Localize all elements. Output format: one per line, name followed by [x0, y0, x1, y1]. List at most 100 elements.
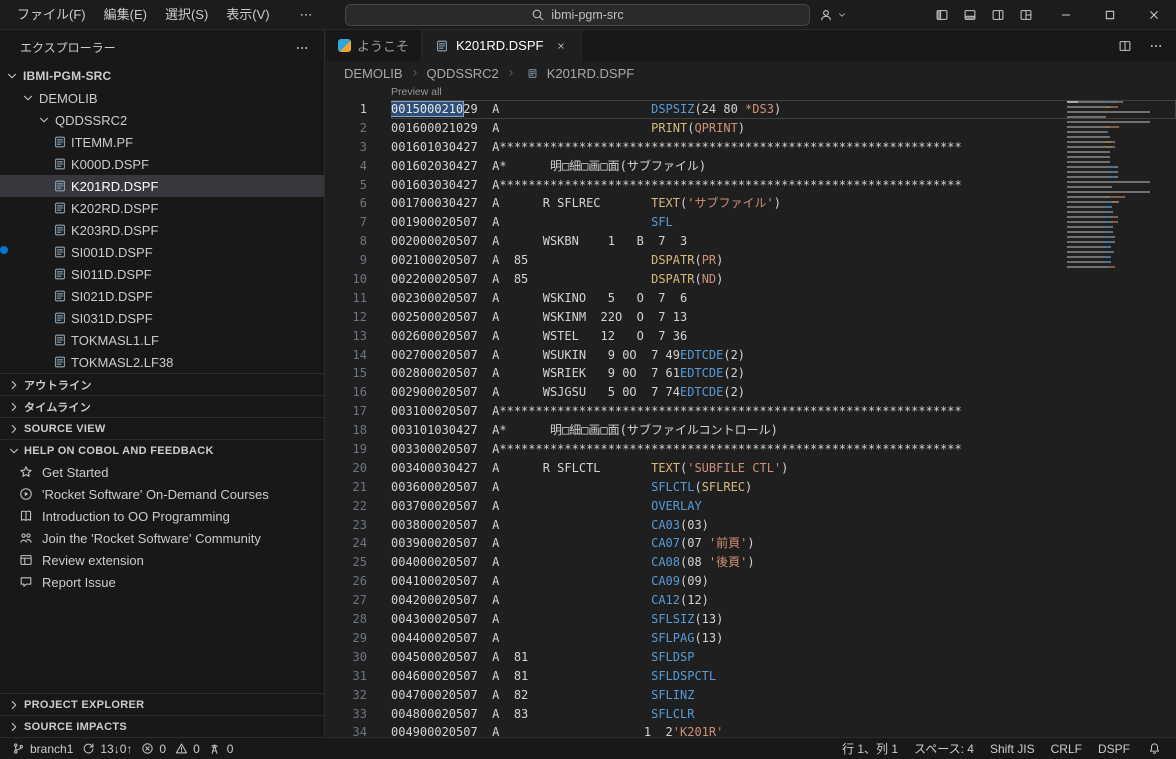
- section-source-impacts[interactable]: SOURCE IMPACTS: [0, 715, 324, 737]
- breadcrumb-item-1[interactable]: QDDSSRC2: [425, 66, 501, 81]
- tab-ようこそ[interactable]: ようこそ: [326, 30, 423, 61]
- code-line-8[interactable]: 002000020507 A WSKBN 1 B 7 3: [391, 232, 1176, 251]
- menu-item-1[interactable]: 編集(E): [95, 4, 156, 26]
- tree-item-itemm-pf[interactable]: ITEMM.PF: [0, 131, 324, 153]
- status-language-mode[interactable]: DSPF: [1098, 742, 1130, 756]
- code-line-30[interactable]: 004500020507 A 81 SFLDSP: [391, 648, 1176, 667]
- code-line-7[interactable]: 001900020507 A SFL: [391, 213, 1176, 232]
- code-token: (12): [680, 593, 709, 608]
- account-button[interactable]: [818, 3, 850, 27]
- code-line-19[interactable]: 003300020507 A**************************…: [391, 440, 1176, 459]
- explorer-more-actions-button[interactable]: [289, 36, 314, 60]
- code-line-22[interactable]: 003700020507 A OVERLAY: [391, 497, 1176, 516]
- help-item-report-issue[interactable]: Report Issue: [0, 571, 324, 593]
- breadcrumb-item-0[interactable]: DEMOLIB: [342, 66, 405, 81]
- window-minimize-button[interactable]: [1044, 0, 1088, 30]
- minimap[interactable]: [1067, 101, 1162, 271]
- tree-item-si001d-dspf[interactable]: SI001D.DSPF: [0, 241, 324, 263]
- code-line-24[interactable]: 003900020507 A CA07(07 '前頁'): [391, 534, 1176, 553]
- layout-sidebar-right-button[interactable]: [985, 3, 1010, 27]
- code-line-27[interactable]: 004200020507 A CA12(12): [391, 591, 1176, 610]
- status-eol[interactable]: CRLF: [1051, 742, 1082, 756]
- tab-close-button[interactable]: [553, 38, 569, 54]
- menu-item-2[interactable]: 選択(S): [156, 4, 217, 26]
- code-line-34[interactable]: 004900020507 A 1 2'K201R': [391, 723, 1176, 737]
- tree-item-demolib[interactable]: DEMOLIB: [0, 87, 324, 109]
- section-source-view[interactable]: SOURCE VIEW: [0, 417, 324, 439]
- window-maximize-button[interactable]: [1088, 0, 1132, 30]
- tree-item-tokmasl2-lf38[interactable]: TOKMASL2.LF38: [0, 351, 324, 373]
- section-project-explorer[interactable]: PROJECT EXPLORER: [0, 693, 324, 715]
- layout-panel-button[interactable]: [957, 3, 982, 27]
- codelens-preview-all[interactable]: Preview all: [391, 85, 1176, 100]
- code-line-31[interactable]: 004600020507 A 81 SFLDSPCTL: [391, 667, 1176, 686]
- status-branch[interactable]: branch1: [10, 741, 73, 757]
- status-broadcast[interactable]: 0: [207, 741, 233, 757]
- code-line-29[interactable]: 004400020507 A SFLPAG(13): [391, 629, 1176, 648]
- code-token: EDTCDE: [679, 366, 724, 381]
- code-line-21[interactable]: 003600020507 A SFLCTL(SFLREC): [391, 478, 1176, 497]
- help-item-get-started[interactable]: Get Started: [0, 461, 324, 483]
- status-indentation[interactable]: スペース: 4: [914, 740, 974, 757]
- code-line-17[interactable]: 003100020507 A**************************…: [391, 402, 1176, 421]
- tree-item-k000d-dspf[interactable]: K000D.DSPF: [0, 153, 324, 175]
- status-encoding[interactable]: Shift JIS: [990, 742, 1035, 756]
- code-line-20[interactable]: 003400030427 A R SFLCTL TEXT('SUBFILE CT…: [391, 459, 1176, 478]
- code-line-23[interactable]: 003800020507 A CA03(03): [391, 516, 1176, 535]
- code-line-14[interactable]: 002700020507 A WSUKIN 9 0O 7 49EDTCDE(2): [391, 346, 1176, 365]
- help-item-rocket-software-on-demand-courses[interactable]: 'Rocket Software' On-Demand Courses: [0, 483, 324, 505]
- window-close-button[interactable]: [1132, 0, 1176, 30]
- tree-item-si011d-dspf[interactable]: SI011D.DSPF: [0, 263, 324, 285]
- code-line-6[interactable]: 001700030427 A R SFLREC TEXT('サブファイル'): [391, 194, 1176, 213]
- code-line-12[interactable]: 002500020507 A WSKINM 22O O 7 13: [391, 308, 1176, 327]
- code-line-25[interactable]: 004000020507 A CA08(08 '後頁'): [391, 553, 1176, 572]
- tab-k201rd-dspf[interactable]: K201RD.DSPF: [422, 30, 583, 61]
- code-line-32[interactable]: 004700020507 A 82 SFLINZ: [391, 686, 1176, 705]
- code-line-5[interactable]: 001603030427 A**************************…: [391, 176, 1176, 195]
- search-input[interactable]: ibmi-pgm-src: [345, 4, 810, 26]
- code-line-33[interactable]: 004800020507 A 83 SFLCLR: [391, 705, 1176, 724]
- section-タイムライン[interactable]: タイムライン: [0, 395, 324, 417]
- code-line-26[interactable]: 004100020507 A CA09(09): [391, 572, 1176, 591]
- code-line-18[interactable]: 003101030427 A* 明□細□画□面(サブファイルコントロール): [391, 421, 1176, 440]
- tree-item-qddssrc2[interactable]: QDDSSRC2: [0, 109, 324, 131]
- code-line-3[interactable]: 001601030427 A**************************…: [391, 138, 1176, 157]
- tree-item-si031d-dspf[interactable]: SI031D.DSPF: [0, 307, 324, 329]
- status-cursor-position[interactable]: 行 1、列 1: [842, 740, 898, 757]
- code-line-10[interactable]: 002200020507 A 85 DSPATR(ND): [391, 270, 1176, 289]
- help-item-join-the-rocket-software-community[interactable]: Join the 'Rocket Software' Community: [0, 527, 324, 549]
- code-token: '前頁': [708, 536, 748, 551]
- code-line-13[interactable]: 002600020507 A WSTEL 12 O 7 36: [391, 327, 1176, 346]
- status-notifications[interactable]: [1146, 741, 1162, 757]
- code-line-16[interactable]: 002900020507 A WSJGSU 5 0O 7 74EDTCDE(2): [391, 383, 1176, 402]
- tree-item-k201rd-dspf[interactable]: K201RD.DSPF: [0, 175, 324, 197]
- tree-item-k202rd-dspf[interactable]: K202RD.DSPF: [0, 197, 324, 219]
- code-line-4[interactable]: 001602030427 A* 明□細□画□面(サブファイル): [391, 157, 1176, 176]
- layout-custom-button[interactable]: [1013, 3, 1038, 27]
- menu-more-button[interactable]: ⋯: [293, 4, 320, 26]
- split-editor-button[interactable]: [1112, 34, 1137, 58]
- menu-item-0[interactable]: ファイル(F): [8, 4, 95, 26]
- code-line-9[interactable]: 002100020507 A 85 DSPATR(PR): [391, 251, 1176, 270]
- code-line-28[interactable]: 004300020507 A SFLSIZ(13): [391, 610, 1176, 629]
- help-item-review-extension[interactable]: Review extension: [0, 549, 324, 571]
- section-help-on-cobol-and-feedback[interactable]: HELP ON COBOL AND FEEDBACK: [0, 439, 324, 461]
- code-line-11[interactable]: 002300020507 A WSKINO 5 O 7 6: [391, 289, 1176, 308]
- help-item-introduction-to-oo-programming[interactable]: Introduction to OO Programming: [0, 505, 324, 527]
- tree-item-tokmasl1-lf[interactable]: TOKMASL1.LF: [0, 329, 324, 351]
- tree-item-ibmi-pgm-src[interactable]: IBMI-PGM-SRC: [0, 65, 324, 87]
- code-line-2[interactable]: 001600021029 A PRINT(QPRINT): [391, 119, 1176, 138]
- status-sync[interactable]: 13↓0↑: [80, 741, 132, 757]
- status-errors[interactable]: 0: [139, 741, 166, 757]
- code-token: 004900020507 A 1 2: [391, 725, 673, 737]
- code-line-1[interactable]: 001500021029 A DSPSIZ(24 80 *DS3): [391, 100, 1176, 119]
- tree-item-k203rd-dspf[interactable]: K203RD.DSPF: [0, 219, 324, 241]
- menu-item-3[interactable]: 表示(V): [217, 4, 278, 26]
- breadcrumb-item-2[interactable]: K201RD.DSPF: [545, 66, 636, 81]
- status-warnings[interactable]: 0: [173, 741, 200, 757]
- editor-more-actions-button[interactable]: [1143, 34, 1168, 58]
- code-line-15[interactable]: 002800020507 A WSRIEK 9 0O 7 61EDTCDE(2): [391, 364, 1176, 383]
- tree-item-si021d-dspf[interactable]: SI021D.DSPF: [0, 285, 324, 307]
- layout-sidebar-left-button[interactable]: [929, 3, 954, 27]
- section-アウトライン[interactable]: アウトライン: [0, 373, 324, 395]
